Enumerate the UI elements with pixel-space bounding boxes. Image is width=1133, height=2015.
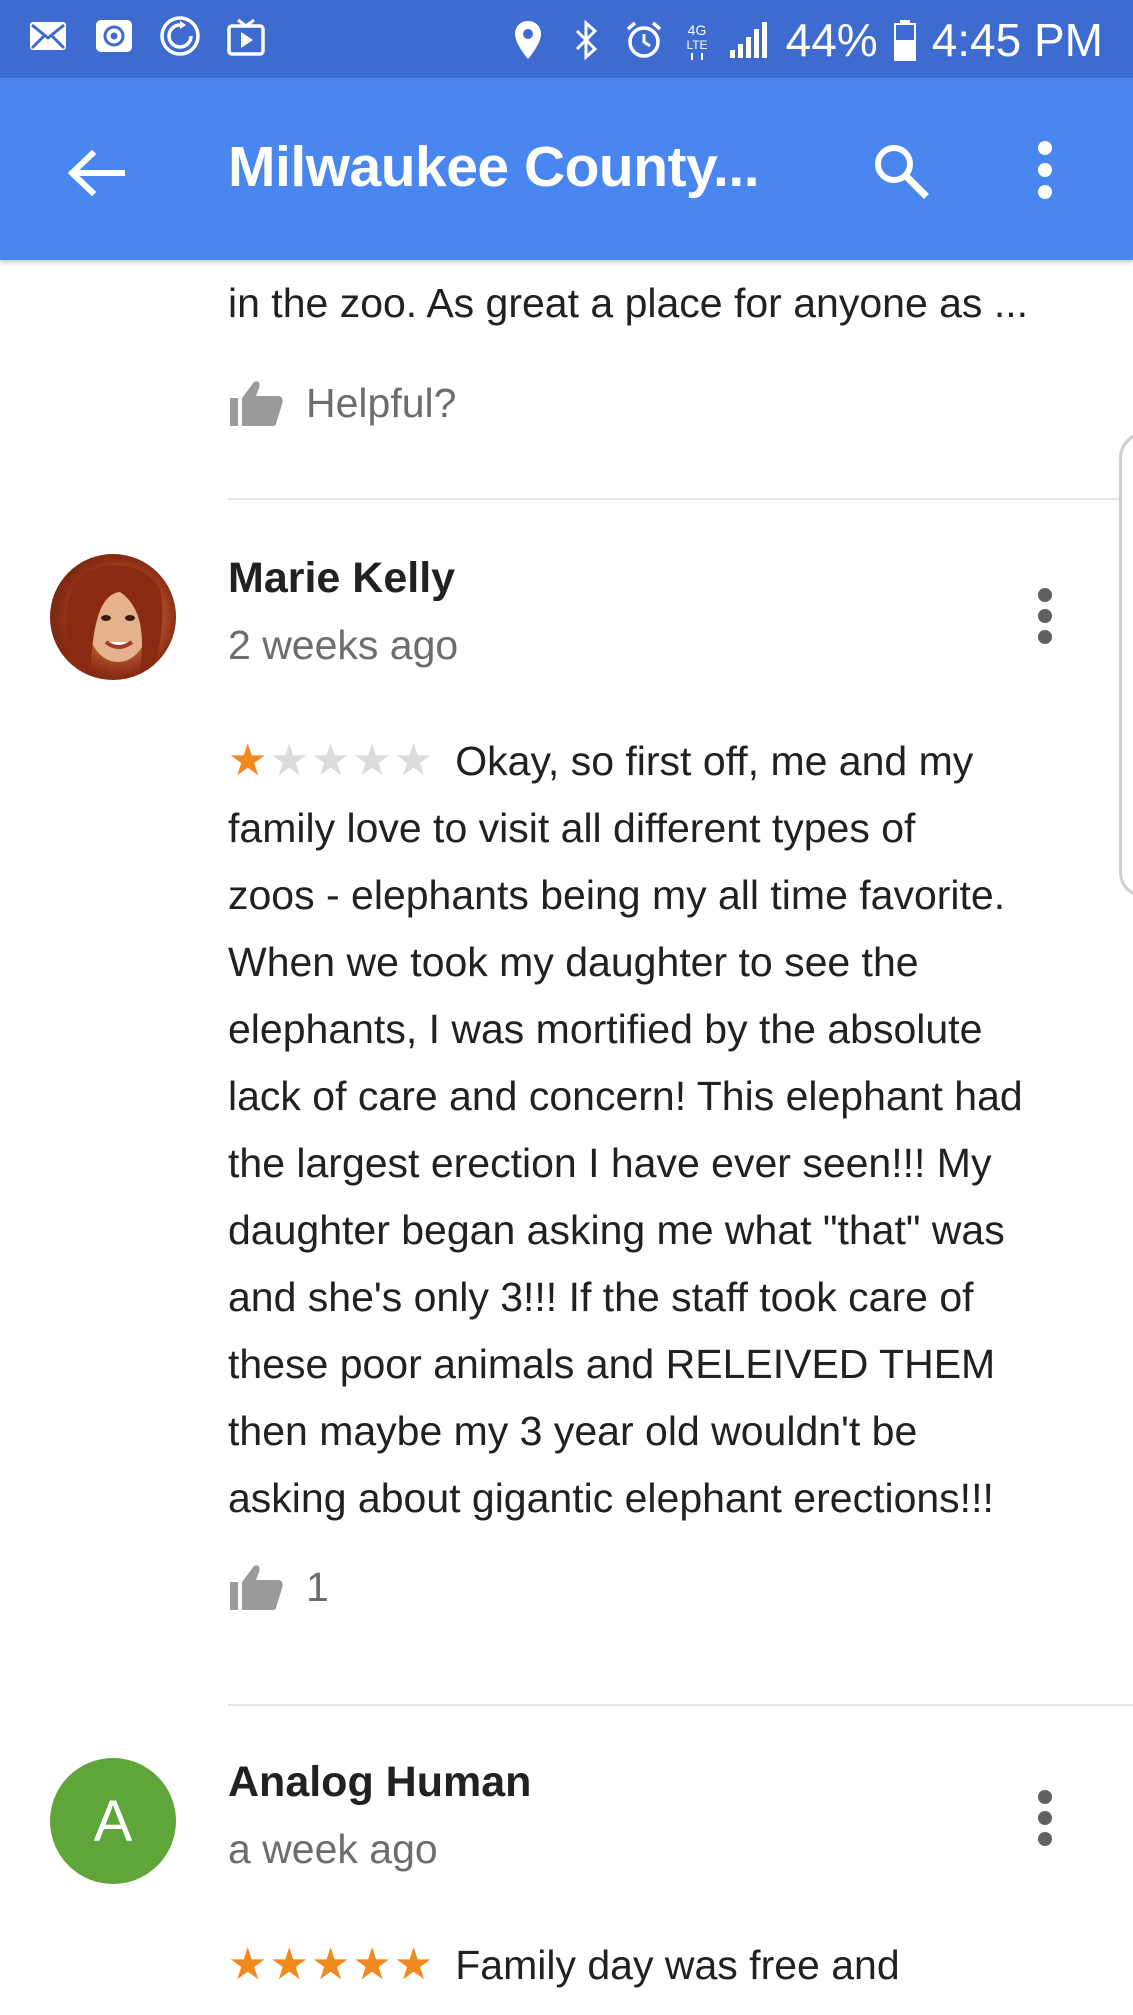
star-empty-icon: ★: [393, 736, 434, 785]
clock-time: 4:45 PM: [931, 14, 1103, 66]
avatar-initial: A: [93, 1788, 133, 1854]
review-text-line: Okay, so first off, me and my: [455, 738, 974, 784]
avatar-photo-image: [65, 565, 163, 680]
more-vert-icon: [1038, 141, 1052, 199]
helpful-button[interactable]: Helpful?: [228, 378, 456, 428]
star-empty-icon: ★: [310, 736, 351, 785]
helpful-label: Helpful?: [306, 379, 457, 426]
divider: [228, 1704, 1133, 1706]
battery-percentage: 44%: [785, 14, 878, 66]
location-icon: [506, 18, 550, 62]
back-button[interactable]: [56, 138, 136, 208]
like-count: 1: [306, 1563, 329, 1610]
divider: [228, 498, 1133, 500]
reviewer-name[interactable]: Marie Kelly: [228, 554, 455, 603]
at-mail-icon: [92, 14, 136, 58]
review-text-line: asking about gigantic elephant erections…: [228, 1475, 994, 1521]
star-empty-icon: ★: [269, 736, 309, 785]
star-filled-icon: ★: [352, 1940, 392, 1989]
svg-text:4G: 4G: [687, 22, 706, 38]
sync-icon: [158, 14, 202, 58]
scroll-edge-handle[interactable]: [1119, 432, 1133, 898]
review-line: ★ ★ ★ ★ ★ Okay, so first off, me and my: [228, 728, 1023, 795]
review-text-line: then maybe my 3 year old wouldn't be: [228, 1408, 918, 1454]
review-time: 2 weeks ago: [228, 622, 459, 668]
star-filled-icon: ★: [228, 1940, 268, 1989]
review-text-line: these poor animals and RELEIVED THEM: [228, 1341, 996, 1387]
review-text-line: zoos - elephants being my all time favor…: [228, 872, 1006, 918]
page-title: Milwaukee County...: [228, 135, 760, 199]
star-filled-icon: ★: [228, 736, 268, 785]
thumbs-up-icon: [230, 1565, 283, 1610]
star-rating: ★ ★ ★ ★ ★: [228, 1943, 433, 1987]
back-arrow-icon: [67, 149, 125, 197]
previous-review-text: in the zoo. As great a place for anyone …: [228, 280, 1029, 326]
star-filled-icon: ★: [393, 1940, 434, 1989]
more-vert-icon: [1038, 1790, 1052, 1846]
review-body: ★ ★ ★ ★ ★ Family day was free and: [228, 1932, 900, 1999]
review-text-line: elephants, I was mortified by the absolu…: [228, 1006, 983, 1052]
more-vert-icon: [1038, 588, 1052, 644]
review-text-line: and she's only 3!!! If the staff took ca…: [228, 1274, 974, 1320]
review-text-line: the largest erection I have ever seen!!!…: [228, 1140, 992, 1186]
alarm-icon: [622, 18, 666, 62]
email-notification-icon: [26, 14, 70, 58]
avatar[interactable]: [50, 554, 176, 680]
svg-text:LTE: LTE: [686, 38, 707, 52]
review-time: a week ago: [228, 1826, 438, 1872]
network-4g-lte-icon: 4G LTE: [680, 18, 714, 62]
review-overflow-button[interactable]: [1020, 576, 1070, 656]
star-filled-icon: ★: [310, 1940, 351, 1989]
search-button[interactable]: [860, 130, 940, 210]
media-icon: [224, 14, 268, 58]
like-button[interactable]: 1: [228, 1562, 329, 1612]
battery-icon: [892, 18, 918, 62]
reviews-list[interactable]: in the zoo. As great a place for anyone …: [0, 260, 1133, 2015]
star-filled-icon: ★: [269, 1940, 309, 1989]
more-options-button[interactable]: [1010, 130, 1080, 210]
review-text-line: Family day was free and: [455, 1942, 900, 1988]
app-bar: Milwaukee County...: [0, 78, 1133, 260]
avatar[interactable]: A: [50, 1758, 176, 1884]
bluetooth-icon: [564, 18, 608, 62]
star-rating: ★ ★ ★ ★ ★: [228, 739, 433, 783]
review-text-line: family love to visit all different types…: [228, 805, 916, 851]
review-text-line: lack of care and concern! This elephant …: [228, 1073, 1023, 1119]
review-text-line: daughter began asking me what "that" was: [228, 1207, 1005, 1253]
review-body: ★ ★ ★ ★ ★ Okay, so first off, me and my famil…: [228, 728, 1023, 1532]
thumbs-up-icon: [230, 381, 283, 426]
star-empty-icon: ★: [352, 736, 392, 785]
search-icon: [875, 145, 929, 199]
review-text-line: When we took my daughter to see the: [228, 939, 919, 985]
review-overflow-button[interactable]: [1020, 1778, 1070, 1858]
review-line: ★ ★ ★ ★ ★ Family day was free and: [228, 1932, 900, 1999]
signal-strength-icon: [728, 18, 772, 62]
status-bar: 4G LTE 44% 4:45 PM: [0, 0, 1133, 78]
reviewer-name[interactable]: Analog Human: [228, 1758, 531, 1807]
